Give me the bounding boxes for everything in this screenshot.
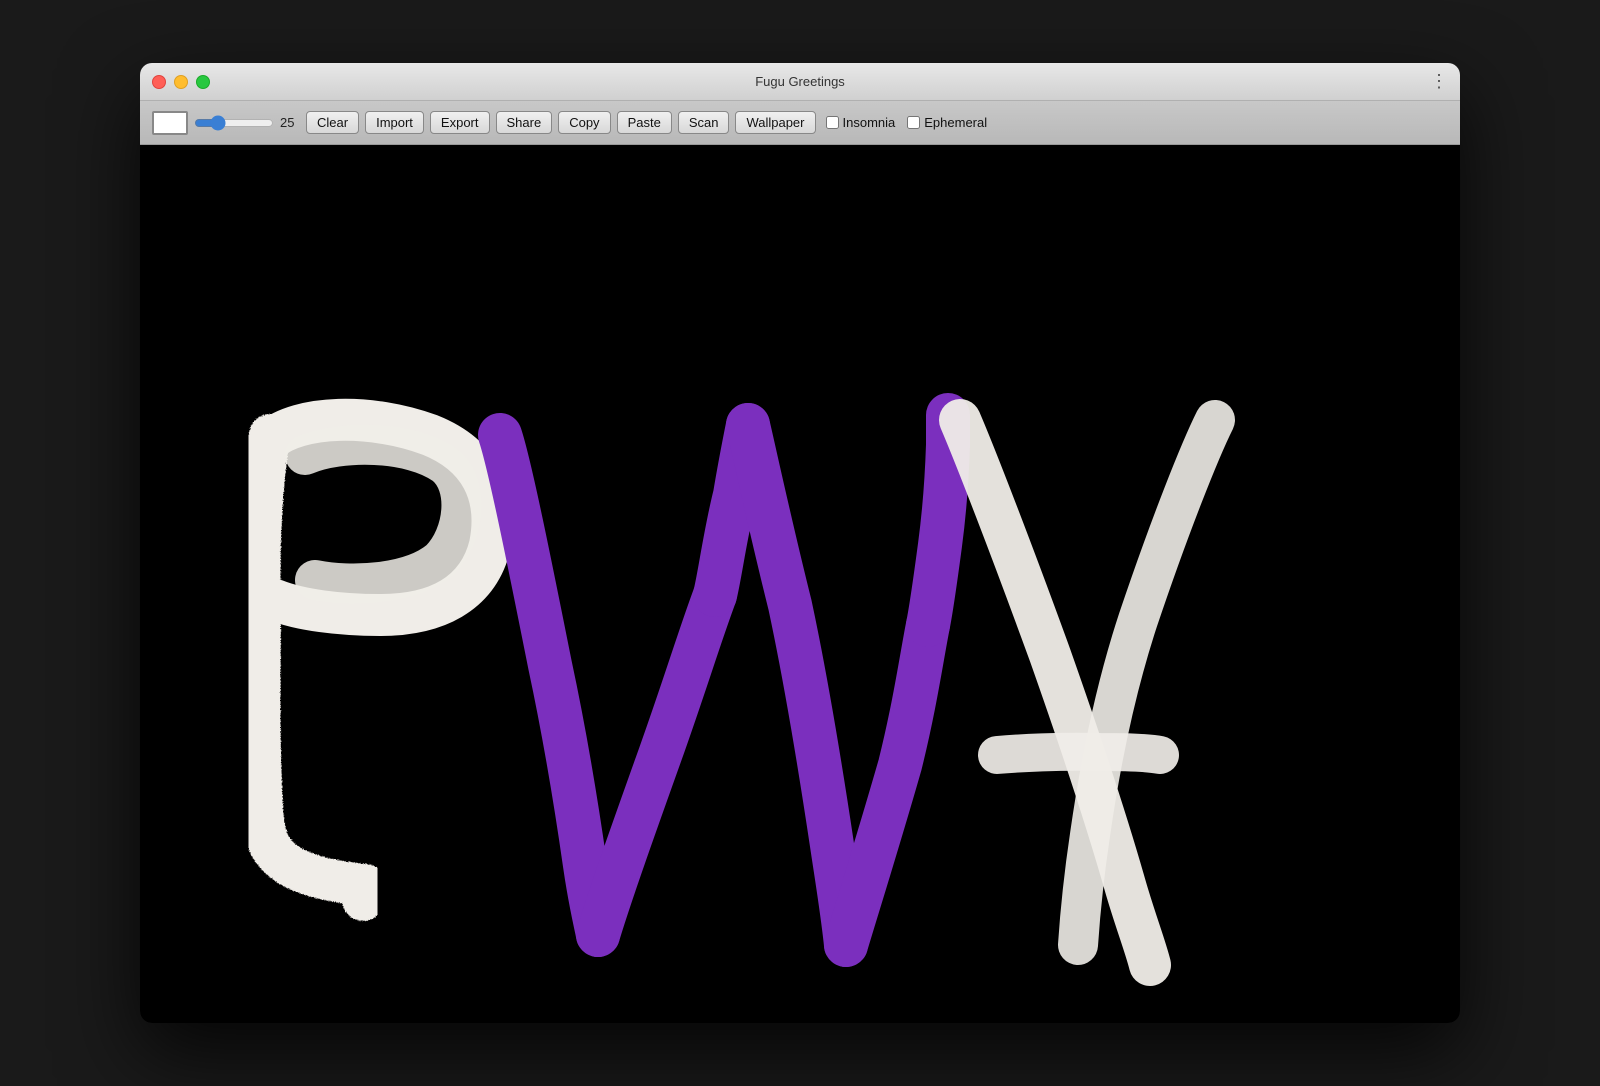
wallpaper-button[interactable]: Wallpaper [735, 111, 815, 134]
insomnia-checkbox[interactable] [826, 116, 839, 129]
app-window: Fugu Greetings ⋮ 25 Clear Import Export … [140, 63, 1460, 1023]
copy-button[interactable]: Copy [558, 111, 610, 134]
window-title: Fugu Greetings [755, 74, 845, 89]
minimize-button[interactable] [174, 75, 188, 89]
clear-button[interactable]: Clear [306, 111, 359, 134]
drawing-canvas[interactable] [140, 145, 1460, 1023]
brush-size-slider[interactable] [194, 115, 274, 131]
export-button[interactable]: Export [430, 111, 490, 134]
traffic-lights [152, 75, 210, 89]
checkbox-group: Insomnia Ephemeral [826, 115, 988, 130]
letter-w [500, 415, 948, 945]
menu-icon[interactable]: ⋮ [1430, 71, 1448, 92]
close-button[interactable] [152, 75, 166, 89]
ephemeral-checkbox[interactable] [907, 116, 920, 129]
import-button[interactable]: Import [365, 111, 424, 134]
letter-p [260, 420, 493, 900]
insomnia-label[interactable]: Insomnia [826, 115, 896, 130]
title-bar: Fugu Greetings ⋮ [140, 63, 1460, 101]
maximize-button[interactable] [196, 75, 210, 89]
color-swatch[interactable] [152, 111, 188, 135]
toolbar: 25 Clear Import Export Share Copy Paste … [140, 101, 1460, 145]
letter-a [960, 420, 1215, 965]
canvas-area[interactable] [140, 145, 1460, 1023]
paste-button[interactable]: Paste [617, 111, 672, 134]
share-button[interactable]: Share [496, 111, 553, 134]
scan-button[interactable]: Scan [678, 111, 730, 134]
ephemeral-label[interactable]: Ephemeral [907, 115, 987, 130]
slider-container: 25 [194, 115, 300, 131]
brush-size-value: 25 [280, 115, 300, 130]
